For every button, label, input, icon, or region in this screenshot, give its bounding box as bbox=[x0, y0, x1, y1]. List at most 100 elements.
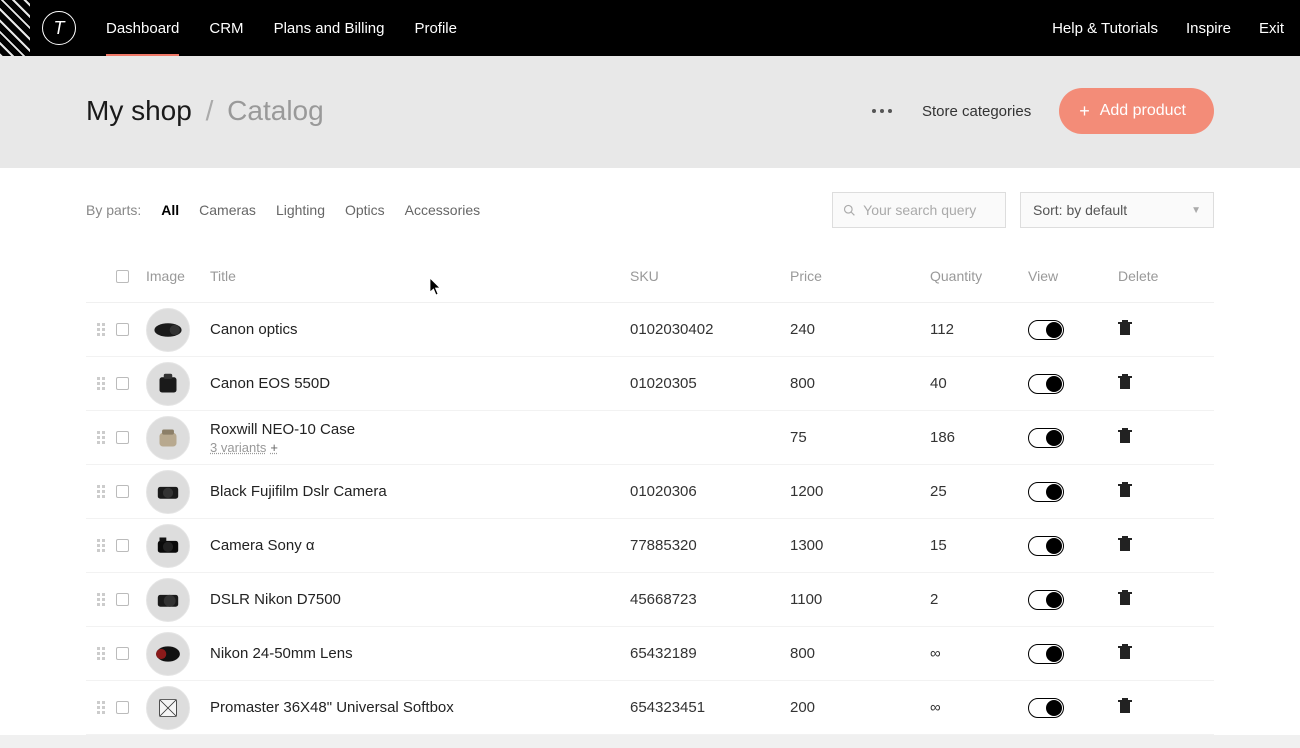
product-title[interactable]: Roxwill NEO-10 Case bbox=[210, 421, 630, 438]
drag-handle-icon[interactable] bbox=[86, 485, 116, 498]
delete-button[interactable] bbox=[1118, 698, 1178, 718]
nav-links: Dashboard CRM Plans and Billing Profile bbox=[106, 1, 457, 56]
product-title[interactable]: Canon optics bbox=[210, 321, 630, 338]
drag-handle-icon[interactable] bbox=[86, 431, 116, 444]
delete-button[interactable] bbox=[1118, 320, 1178, 340]
row-checkbox[interactable] bbox=[116, 539, 129, 552]
table-row[interactable]: Canon optics 0102030402 240 112 bbox=[86, 303, 1214, 357]
filter-label: By parts: bbox=[86, 202, 141, 218]
row-checkbox[interactable] bbox=[116, 593, 129, 606]
variants-link[interactable]: 3 variants + bbox=[210, 440, 630, 455]
view-toggle[interactable] bbox=[1028, 644, 1064, 664]
product-quantity: ∞ bbox=[930, 645, 1028, 662]
delete-button[interactable] bbox=[1118, 644, 1178, 664]
product-price: 200 bbox=[790, 699, 930, 716]
filter-lighting[interactable]: Lighting bbox=[276, 202, 325, 218]
filter-accessories[interactable]: Accessories bbox=[405, 202, 480, 218]
drag-handle-icon[interactable] bbox=[86, 647, 116, 660]
product-quantity: 112 bbox=[930, 321, 1028, 338]
product-title[interactable]: Nikon 24-50mm Lens bbox=[210, 645, 630, 662]
view-toggle[interactable] bbox=[1028, 428, 1064, 448]
filter-cameras[interactable]: Cameras bbox=[199, 202, 256, 218]
subheader: My shop / Catalog Store categories + Add… bbox=[0, 56, 1300, 168]
col-delete: Delete bbox=[1118, 268, 1178, 284]
search-box[interactable] bbox=[832, 192, 1006, 228]
row-checkbox[interactable] bbox=[116, 431, 129, 444]
chevron-down-icon: ▼ bbox=[1191, 205, 1201, 216]
product-thumb[interactable] bbox=[146, 362, 190, 406]
product-thumb[interactable] bbox=[146, 470, 190, 514]
product-price: 75 bbox=[790, 429, 930, 446]
view-toggle[interactable] bbox=[1028, 482, 1064, 502]
nav-right-exit[interactable]: Exit bbox=[1259, 20, 1284, 37]
nav-item-profile[interactable]: Profile bbox=[414, 1, 457, 56]
search-input[interactable] bbox=[863, 202, 995, 218]
col-price: Price bbox=[790, 268, 930, 284]
filter-optics[interactable]: Optics bbox=[345, 202, 385, 218]
drag-handle-icon[interactable] bbox=[86, 701, 116, 714]
top-nav: T Dashboard CRM Plans and Billing Profile H… bbox=[0, 0, 1300, 56]
breadcrumb-root[interactable]: My shop bbox=[86, 95, 192, 126]
product-thumb[interactable] bbox=[146, 632, 190, 676]
nav-item-crm[interactable]: CRM bbox=[209, 1, 243, 56]
table-row[interactable]: Nikon 24-50mm Lens 65432189 800 ∞ bbox=[86, 627, 1214, 681]
row-checkbox[interactable] bbox=[116, 377, 129, 390]
product-thumb[interactable] bbox=[146, 308, 190, 352]
view-toggle[interactable] bbox=[1028, 590, 1064, 610]
table-row[interactable]: Canon EOS 550D 01020305 800 40 bbox=[86, 357, 1214, 411]
view-toggle[interactable] bbox=[1028, 374, 1064, 394]
table-row[interactable]: DSLR Nikon D7500 45668723 1100 2 bbox=[86, 573, 1214, 627]
product-title[interactable]: Canon EOS 550D bbox=[210, 375, 630, 392]
table-row[interactable]: Promaster 36X48" Universal Softbox 65432… bbox=[86, 681, 1214, 735]
row-checkbox[interactable] bbox=[116, 323, 129, 336]
row-checkbox[interactable] bbox=[116, 485, 129, 498]
trash-icon bbox=[1118, 644, 1132, 660]
delete-button[interactable] bbox=[1118, 590, 1178, 610]
col-title: Title bbox=[210, 268, 630, 284]
drag-handle-icon[interactable] bbox=[86, 539, 116, 552]
delete-button[interactable] bbox=[1118, 536, 1178, 556]
nav-right-inspire[interactable]: Inspire bbox=[1186, 20, 1231, 37]
drag-handle-icon[interactable] bbox=[86, 323, 116, 336]
store-categories-link[interactable]: Store categories bbox=[922, 103, 1031, 120]
logo-icon[interactable]: T bbox=[42, 11, 76, 45]
nav-item-plans-and-billing[interactable]: Plans and Billing bbox=[274, 1, 385, 56]
trash-icon bbox=[1118, 536, 1132, 552]
view-toggle[interactable] bbox=[1028, 320, 1064, 340]
col-sku: SKU bbox=[630, 268, 790, 284]
product-quantity: 2 bbox=[930, 591, 1028, 608]
nav-right: Help & Tutorials Inspire Exit bbox=[1052, 20, 1284, 37]
row-checkbox[interactable] bbox=[116, 647, 129, 660]
add-product-button[interactable]: + Add product bbox=[1059, 88, 1214, 134]
view-toggle[interactable] bbox=[1028, 698, 1064, 718]
product-title[interactable]: DSLR Nikon D7500 bbox=[210, 591, 630, 608]
more-icon[interactable] bbox=[870, 99, 894, 123]
table-row[interactable]: Black Fujifilm Dslr Camera 01020306 1200… bbox=[86, 465, 1214, 519]
drag-handle-icon[interactable] bbox=[86, 593, 116, 606]
delete-button[interactable] bbox=[1118, 428, 1178, 448]
nav-right-help-tutorials[interactable]: Help & Tutorials bbox=[1052, 20, 1158, 37]
content: By parts: All Cameras Lighting Optics Access… bbox=[0, 168, 1300, 735]
product-title[interactable]: Black Fujifilm Dslr Camera bbox=[210, 483, 630, 500]
product-thumb[interactable] bbox=[146, 686, 190, 730]
toolbar: By parts: All Cameras Lighting Optics Access… bbox=[0, 168, 1300, 238]
nav-item-dashboard[interactable]: Dashboard bbox=[106, 1, 179, 56]
delete-button[interactable] bbox=[1118, 374, 1178, 394]
filter-all[interactable]: All bbox=[161, 202, 179, 218]
product-thumb[interactable] bbox=[146, 524, 190, 568]
row-checkbox[interactable] bbox=[116, 701, 129, 714]
product-quantity: 15 bbox=[930, 537, 1028, 554]
table-row[interactable]: Roxwill NEO-10 Case 3 variants + 75 186 bbox=[86, 411, 1214, 465]
drag-handle-icon[interactable] bbox=[86, 377, 116, 390]
product-title[interactable]: Camera Sony α bbox=[210, 537, 630, 554]
table-row[interactable]: Camera Sony α 77885320 1300 15 bbox=[86, 519, 1214, 573]
product-thumb[interactable] bbox=[146, 416, 190, 460]
product-sku: 65432189 bbox=[630, 645, 790, 662]
sort-select[interactable]: Sort: by default ▼ bbox=[1020, 192, 1214, 228]
product-sku: 45668723 bbox=[630, 591, 790, 608]
view-toggle[interactable] bbox=[1028, 536, 1064, 556]
product-title[interactable]: Promaster 36X48" Universal Softbox bbox=[210, 699, 630, 716]
select-all-checkbox[interactable] bbox=[116, 270, 129, 283]
product-thumb[interactable] bbox=[146, 578, 190, 622]
delete-button[interactable] bbox=[1118, 482, 1178, 502]
